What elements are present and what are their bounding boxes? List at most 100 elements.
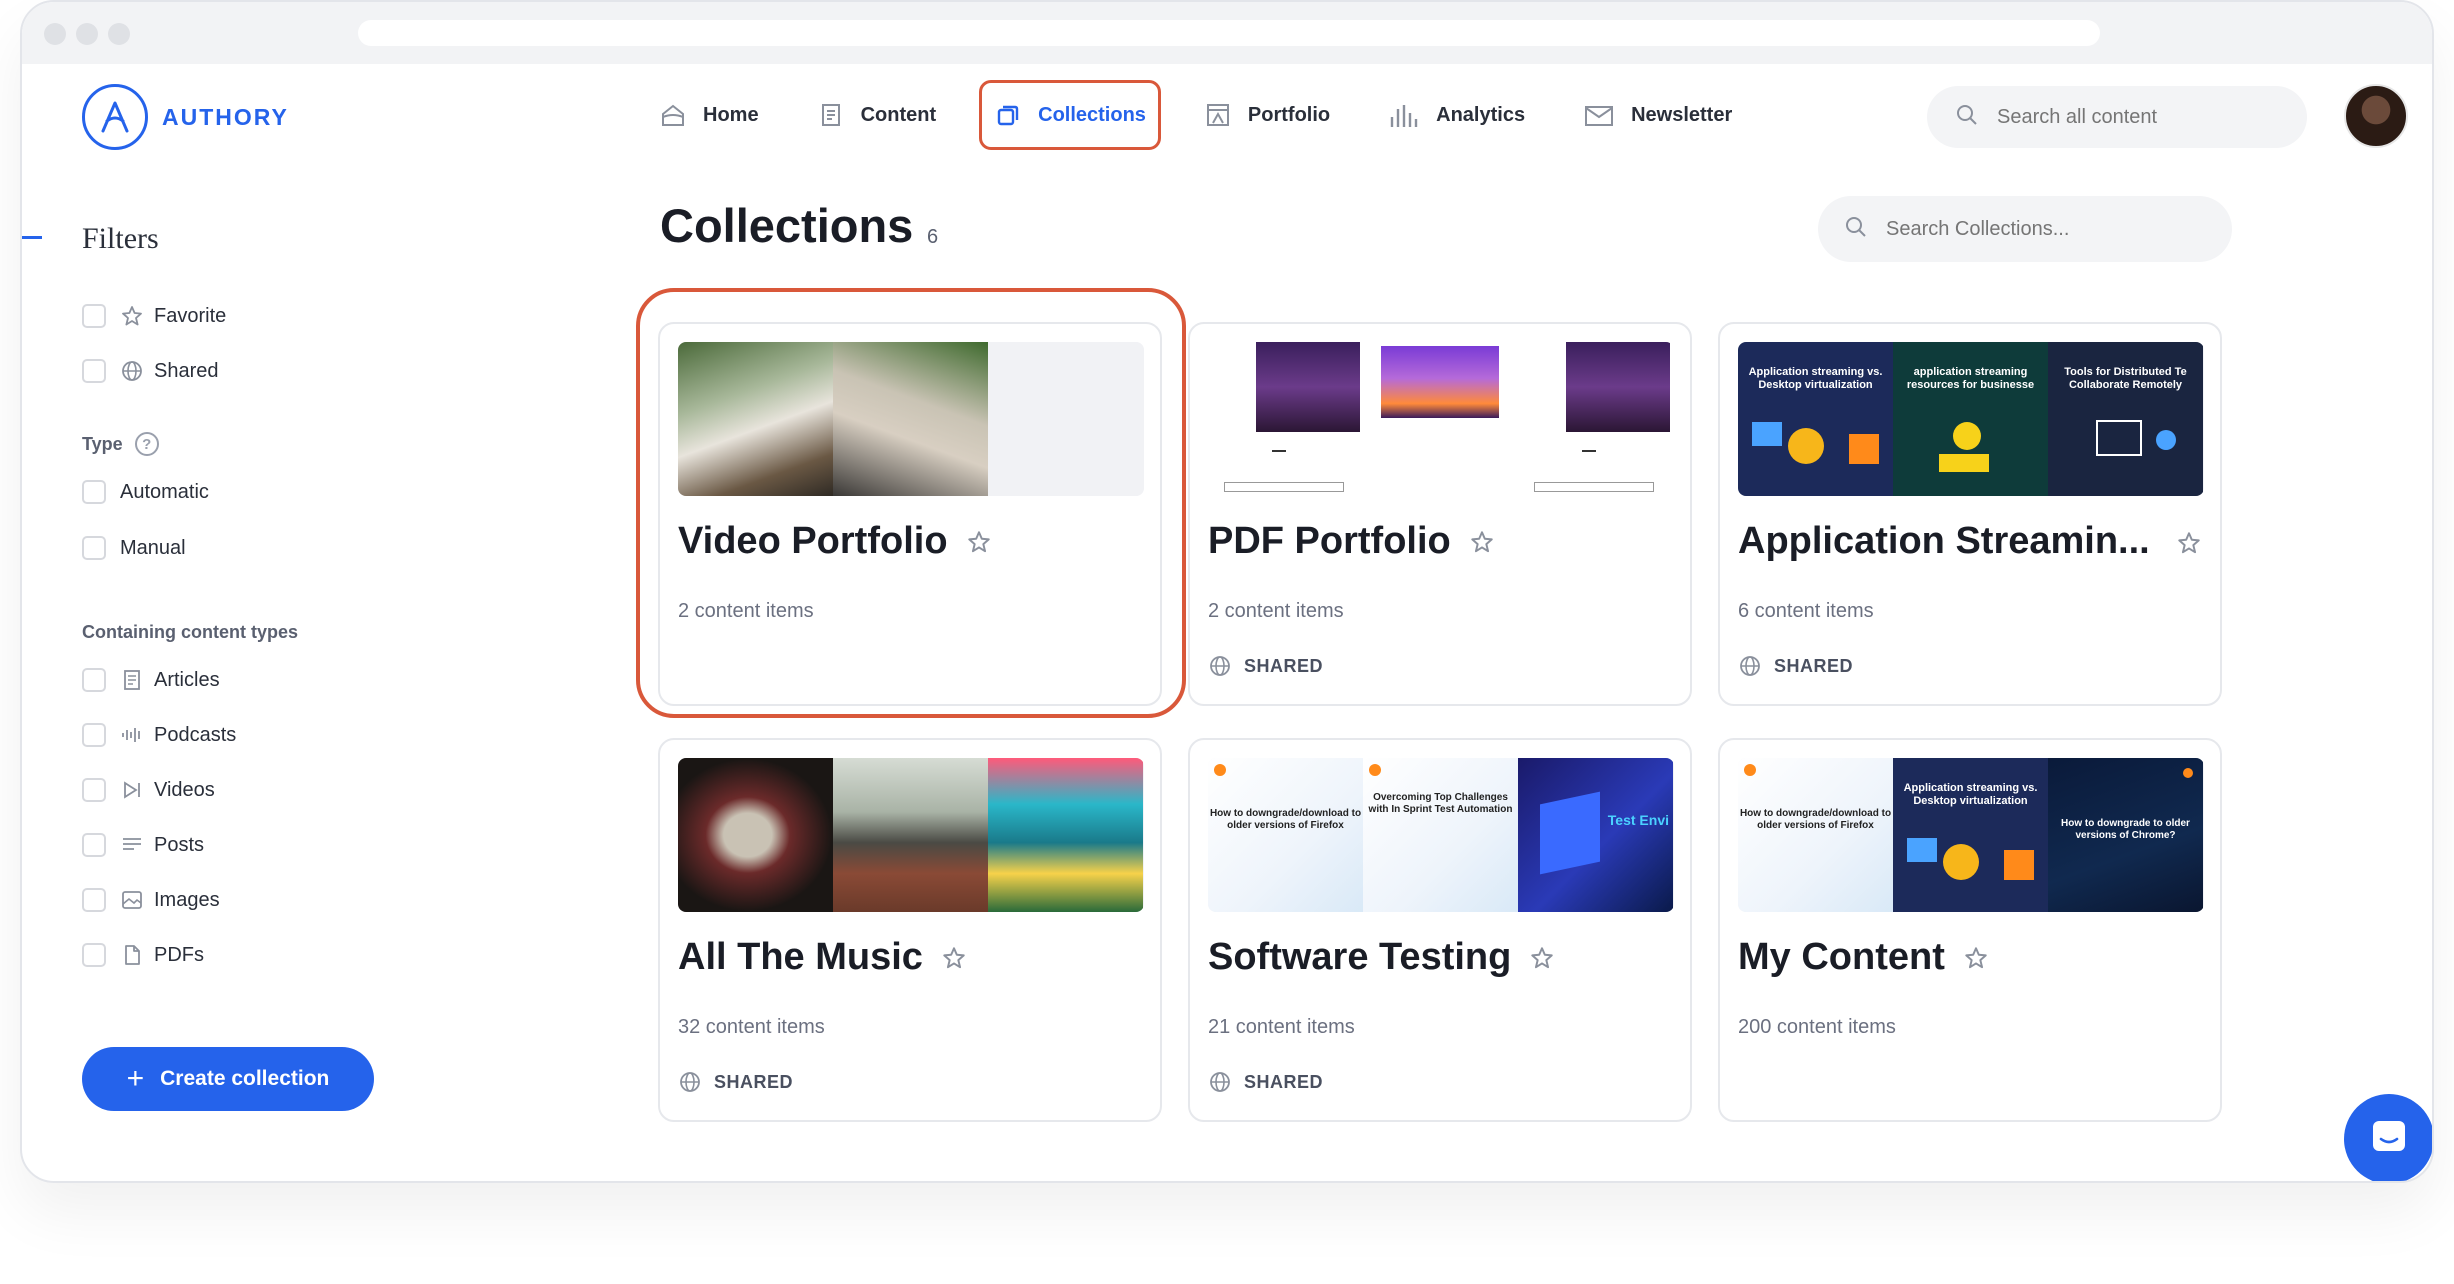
favorite-star-icon[interactable] xyxy=(1529,945,1555,971)
filter-pdfs[interactable]: PDFs xyxy=(82,943,204,967)
browser-chrome xyxy=(22,2,2432,64)
global-search-input[interactable] xyxy=(1997,105,2257,129)
filter-videos[interactable]: Videos xyxy=(82,778,215,802)
card-title-text: Software Testing xyxy=(1208,936,1512,978)
nav-analytics[interactable]: Analytics xyxy=(1373,80,1540,150)
card-item-count: 32 content items xyxy=(678,1016,825,1038)
plus-icon: + xyxy=(126,1062,145,1095)
articles-checkbox[interactable] xyxy=(82,668,106,692)
address-bar[interactable] xyxy=(358,20,2100,46)
thumbnail-placeholder xyxy=(988,342,1144,496)
filter-images[interactable]: Images xyxy=(82,888,220,912)
thumbnail-image xyxy=(1518,342,1673,496)
main-nav: Home Content Collections Portfolio Analy… xyxy=(644,80,1775,150)
shared-badge: SHARED xyxy=(1208,654,1323,678)
podcasts-checkbox[interactable] xyxy=(82,723,106,747)
thumbnail-caption: How to downgrade/download to older versi… xyxy=(1739,808,1892,831)
thumbnail-image xyxy=(678,342,833,496)
images-checkbox[interactable] xyxy=(82,888,106,912)
pdfs-label: PDFs xyxy=(154,943,204,966)
user-avatar[interactable] xyxy=(2344,84,2408,148)
thumbnail-caption: application streaming resources for busi… xyxy=(1906,366,2035,391)
nav-home-label: Home xyxy=(703,103,759,126)
favorite-checkbox[interactable] xyxy=(82,304,106,328)
nav-newsletter[interactable]: Newsletter xyxy=(1568,80,1747,150)
card-thumbnails: How to downgrade/download to older versi… xyxy=(1208,758,1674,912)
nav-portfolio-label: Portfolio xyxy=(1247,103,1331,126)
nav-portfolio[interactable]: Portfolio xyxy=(1189,80,1345,150)
globe-icon xyxy=(678,1070,702,1094)
shared-badge: SHARED xyxy=(1738,654,1853,678)
nav-home[interactable]: Home xyxy=(644,80,774,150)
nav-content[interactable]: Content xyxy=(802,80,952,150)
collection-card-pdf-portfolio[interactable]: PDF Portfolio 2 content items SHARED xyxy=(1188,322,1692,706)
videos-checkbox[interactable] xyxy=(82,778,106,802)
favorite-star-icon[interactable] xyxy=(1469,529,1495,555)
thumbnail-image: Overcoming Top Challenges with In Sprint… xyxy=(1363,758,1518,912)
posts-checkbox[interactable] xyxy=(82,833,106,857)
card-title: Application Streamin... xyxy=(1738,520,2150,563)
filter-manual[interactable]: Manual xyxy=(82,536,186,560)
create-collection-button[interactable]: + Create collection xyxy=(82,1047,374,1111)
filter-posts[interactable]: Posts xyxy=(82,833,204,857)
nav-collections[interactable]: Collections xyxy=(979,80,1161,150)
window-close-dot[interactable] xyxy=(44,23,66,45)
help-icon[interactable]: ? xyxy=(134,432,159,456)
automatic-label: Automatic xyxy=(120,480,209,503)
card-title-text: PDF Portfolio xyxy=(1208,520,1451,562)
favorite-star-icon[interactable] xyxy=(2176,530,2202,556)
manual-label: Manual xyxy=(120,536,186,559)
nav-collections-label: Collections xyxy=(1038,103,1146,126)
thumbnail-image: Tools for Distributed Te Collaborate Rem… xyxy=(2048,342,2203,496)
thumbnail-image: Test Envi xyxy=(1518,758,1673,912)
chat-icon xyxy=(2367,1115,2411,1164)
favorite-star-icon[interactable] xyxy=(966,529,992,555)
thumbnail-image xyxy=(1363,342,1518,496)
logo-mark-icon xyxy=(82,84,148,150)
thumbnail-caption: How to downgrade to older versions of Ch… xyxy=(2061,818,2190,841)
filter-articles[interactable]: Articles xyxy=(82,668,220,692)
filters-title: Filters xyxy=(82,222,159,255)
window-minimize-dot[interactable] xyxy=(76,23,98,45)
collections-search-input[interactable] xyxy=(1886,217,2146,241)
window-zoom-dot[interactable] xyxy=(108,23,130,45)
collections-search[interactable] xyxy=(1818,196,2232,262)
globe-icon xyxy=(1738,654,1762,678)
collection-card-application-streaming[interactable]: Application streaming vs. Desktop virtua… xyxy=(1718,322,2222,706)
favorite-label: Favorite xyxy=(154,304,227,327)
type-section-label: Type ? xyxy=(82,432,159,456)
chat-support-button[interactable] xyxy=(2344,1094,2432,1181)
automatic-checkbox[interactable] xyxy=(82,480,106,504)
brand-name: AUTHORY xyxy=(162,103,289,130)
collection-card-my-content[interactable]: How to downgrade/download to older versi… xyxy=(1718,738,2222,1122)
collection-card-all-the-music[interactable]: All The Music 32 content items SHARED xyxy=(658,738,1162,1122)
shared-label: SHARED xyxy=(1774,655,1854,676)
thumbnail-caption: Test Envi xyxy=(1607,812,1669,828)
star-icon xyxy=(120,304,144,328)
thumbnail-image xyxy=(1208,342,1363,496)
sidebar-collapse-handle[interactable] xyxy=(22,236,42,239)
pdfs-checkbox[interactable] xyxy=(82,943,106,967)
thumbnail-image: Application streaming vs. Desktop virtua… xyxy=(1893,758,2048,912)
shared-checkbox[interactable] xyxy=(82,359,106,383)
portfolio-icon xyxy=(1204,101,1232,129)
filter-shared[interactable]: Shared xyxy=(82,359,219,383)
card-item-count: 200 content items xyxy=(1738,1016,1896,1038)
authory-logo[interactable]: AUTHORY xyxy=(82,84,289,150)
favorite-star-icon[interactable] xyxy=(941,945,967,971)
collection-card-video-portfolio[interactable]: Video Portfolio 2 content items xyxy=(658,322,1162,706)
filter-automatic[interactable]: Automatic xyxy=(82,480,209,504)
post-icon xyxy=(120,833,144,857)
content-types-section-label: Containing content types xyxy=(82,622,298,642)
posts-label: Posts xyxy=(154,833,205,856)
collection-card-software-testing[interactable]: How to downgrade/download to older versi… xyxy=(1188,738,1692,1122)
thumbnail-image xyxy=(833,342,988,496)
card-title: PDF Portfolio xyxy=(1208,520,1495,563)
shared-label: Shared xyxy=(154,359,219,382)
filter-favorite[interactable]: Favorite xyxy=(82,304,226,328)
filter-podcasts[interactable]: Podcasts xyxy=(82,723,236,747)
thumbnail-image xyxy=(988,758,1143,912)
favorite-star-icon[interactable] xyxy=(1963,945,1989,971)
manual-checkbox[interactable] xyxy=(82,536,106,560)
global-search[interactable] xyxy=(1927,86,2307,148)
